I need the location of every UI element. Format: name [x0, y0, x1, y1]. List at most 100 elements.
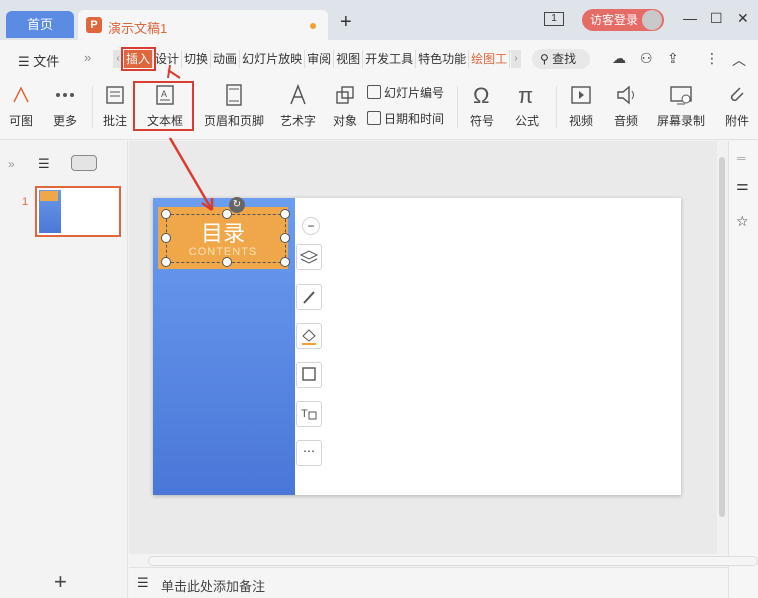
- notes-icon: ☰: [137, 575, 149, 590]
- ribbon-label: 音频: [613, 114, 638, 128]
- ribbon-label: 批注: [102, 114, 127, 128]
- add-slide-button[interactable]: +: [54, 569, 67, 595]
- slide-number-icon: [367, 85, 381, 99]
- vertical-scrollbar[interactable]: [717, 141, 728, 554]
- slide-thumbnail[interactable]: [35, 186, 121, 237]
- search-button[interactable]: ⚲ 查找: [532, 49, 590, 69]
- ribbon-label: 视频: [568, 114, 593, 128]
- ribbon-item-attachment[interactable]: 附件: [716, 78, 758, 140]
- outline-view-icon[interactable]: ☰: [38, 156, 50, 171]
- ribbon: 可图 更多 批注 A 文本框 页眉和页脚 艺术字 对象 幻灯片编号 日期和时间 …: [0, 78, 758, 140]
- resize-handle[interactable]: [280, 209, 290, 219]
- ribbon-item-symbol[interactable]: Ω 符号: [462, 78, 502, 140]
- ribbon-label: 幻灯片编号: [384, 86, 445, 100]
- tab-design[interactable]: 设计: [153, 50, 183, 68]
- tab-insert[interactable]: 插入: [120, 47, 157, 71]
- tab-animation[interactable]: 动画: [211, 50, 241, 68]
- resize-handle[interactable]: [222, 257, 232, 267]
- tab-home[interactable]: 首页: [6, 11, 74, 38]
- properties-icon[interactable]: ⚌: [736, 177, 749, 194]
- ribbon-label: 页眉和页脚: [203, 114, 264, 128]
- ribbon-item-more[interactable]: 更多: [44, 78, 86, 140]
- presentation-icon: P: [86, 17, 102, 33]
- resize-handle[interactable]: [280, 233, 290, 243]
- dots-icon: [56, 93, 74, 97]
- window-count-icon[interactable]: 1: [544, 12, 564, 26]
- collapse-panel-icon[interactable]: »: [8, 157, 15, 171]
- login-button[interactable]: 访客登录: [582, 9, 664, 31]
- comment-icon: [106, 86, 124, 104]
- slide[interactable]: 目录 CONTENTS ↻: [153, 197, 681, 495]
- ribbon-item-date-time[interactable]: 日期和时间: [367, 110, 444, 127]
- export-icon[interactable]: ⇪: [667, 50, 679, 67]
- textbox-selection[interactable]: ↻: [161, 197, 290, 267]
- ribbon-item-audio[interactable]: 音频: [606, 78, 646, 140]
- new-tab-button[interactable]: +: [340, 12, 352, 32]
- share-user-icon[interactable]: ⚇: [640, 50, 653, 67]
- ribbon-item-screen-record[interactable]: 屏幕录制: [652, 78, 710, 140]
- resize-handle[interactable]: [161, 257, 171, 267]
- calendar-icon: [367, 111, 381, 125]
- slide-canvas[interactable]: 目录 CONTENTS ↻ − T ⋯: [129, 141, 717, 554]
- minimize-icon[interactable]: —: [683, 10, 697, 26]
- more-options-icon[interactable]: ⋮: [705, 50, 719, 67]
- brush-icon[interactable]: [296, 284, 322, 310]
- tab-developer[interactable]: 开发工具: [363, 50, 417, 68]
- ribbon-label: 符号: [469, 114, 494, 128]
- vertical-scroll-thumb[interactable]: [719, 157, 725, 517]
- ribbon-label: 屏幕录制: [656, 114, 705, 128]
- more-tools-icon[interactable]: ⋯: [296, 440, 322, 466]
- tab-slideshow[interactable]: 幻灯片放映: [240, 50, 306, 68]
- ribbon-item-slide-number[interactable]: 幻灯片编号: [367, 84, 444, 101]
- tab-features[interactable]: 特色功能: [416, 50, 470, 68]
- ribbon-item-shapes[interactable]: 可图: [0, 78, 42, 140]
- text-wrap-icon[interactable]: T: [296, 401, 322, 427]
- close-icon[interactable]: ✕: [737, 10, 749, 27]
- ribbon-item-wordart[interactable]: 艺术字: [272, 78, 324, 140]
- fill-bucket-icon[interactable]: [296, 323, 322, 349]
- login-label: 访客登录: [590, 13, 639, 27]
- resize-handle[interactable]: [161, 233, 171, 243]
- tab-drawing-tools[interactable]: 绘图工: [469, 50, 511, 68]
- tab-transition[interactable]: 切换: [182, 50, 212, 68]
- outline-icon[interactable]: [296, 362, 322, 388]
- ribbon-separator: [457, 86, 458, 128]
- ribbon-item-equation[interactable]: π 公式: [507, 78, 547, 140]
- search-icon: ⚲: [540, 52, 549, 66]
- ribbon-item-header-footer[interactable]: 页眉和页脚: [200, 78, 268, 140]
- ribbon-item-object[interactable]: 对象: [328, 78, 362, 140]
- panel-toolbar: » ☰: [8, 155, 98, 172]
- unsaved-dot-icon: [310, 23, 316, 29]
- shape-icon: [13, 86, 29, 103]
- resize-handle[interactable]: [161, 209, 171, 219]
- collapse-ribbon-icon[interactable]: ︿: [732, 50, 746, 70]
- resize-handle[interactable]: [280, 257, 290, 267]
- file-menu[interactable]: ☰ 文件: [18, 51, 59, 70]
- collapse-toolbar-icon[interactable]: −: [302, 217, 320, 235]
- rotate-handle-icon[interactable]: ↻: [229, 197, 245, 213]
- ribbon-label: 艺术字: [279, 114, 316, 128]
- maximize-icon[interactable]: ☐: [710, 10, 723, 27]
- object-icon: [336, 86, 354, 104]
- tabs-scroll-left-icon[interactable]: ‹: [113, 50, 123, 68]
- wordart-icon: [290, 83, 306, 105]
- pi-icon: π: [518, 83, 533, 108]
- ribbon-item-video[interactable]: 视频: [561, 78, 601, 140]
- tab-document[interactable]: P 演示文稿1: [78, 10, 328, 40]
- horizontal-scrollbar[interactable]: [148, 556, 758, 566]
- title-bar: 首页 P 演示文稿1 + 1 访客登录 — ☐ ✕: [0, 0, 758, 40]
- resize-handle[interactable]: [222, 209, 232, 219]
- layers-icon[interactable]: [296, 244, 322, 270]
- ribbon-item-comment[interactable]: 批注: [96, 78, 134, 140]
- animation-icon[interactable]: ☆: [736, 213, 749, 230]
- tabs-scroll-right-icon[interactable]: ›: [511, 50, 521, 68]
- tab-review[interactable]: 审阅: [305, 50, 335, 68]
- tab-view[interactable]: 视图: [334, 50, 364, 68]
- more-tabs-icon[interactable]: »: [84, 50, 91, 65]
- document-title: 演示文稿1: [108, 21, 168, 36]
- slide-view-icon[interactable]: [71, 155, 98, 171]
- notes-area[interactable]: ☰ 单击此处添加备注: [129, 567, 728, 598]
- ribbon-separator: [92, 86, 93, 128]
- cloud-icon[interactable]: ☁: [612, 50, 626, 67]
- slide-thumbnail-panel: » ☰ 1 +: [0, 141, 128, 598]
